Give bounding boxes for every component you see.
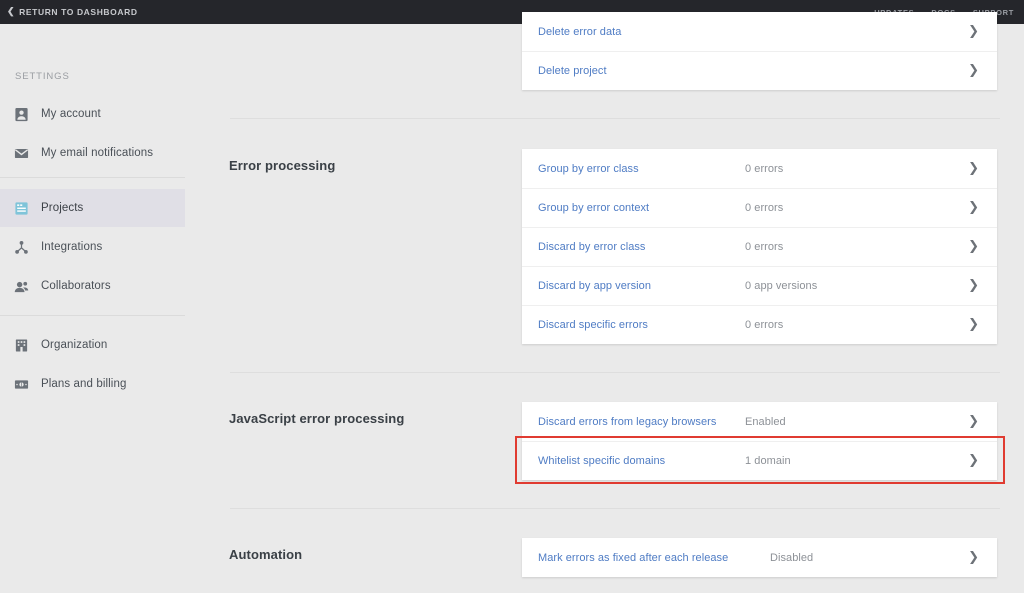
- row-label: Group by error context: [538, 201, 650, 214]
- sidebar-item-label: My email notifications: [41, 147, 154, 159]
- row-value: 0 errors: [745, 162, 784, 175]
- table-row[interactable]: Discard by error class 0 errors ❯: [522, 227, 997, 266]
- row-label: Discard errors from legacy browsers: [538, 415, 717, 428]
- sidebar-item-integrations[interactable]: Integrations: [0, 228, 185, 266]
- section-title-automation: Automation: [229, 547, 303, 562]
- sidebar-item-organization[interactable]: Organization: [0, 326, 185, 364]
- chevron-right-icon: ❯: [968, 550, 979, 565]
- row-label: Whitelist specific domains: [538, 454, 666, 467]
- section-divider: [230, 118, 1000, 119]
- table-row[interactable]: Delete project ❯: [522, 51, 997, 90]
- envelope-icon: [14, 148, 29, 158]
- table-row-whitelist-specific-domains[interactable]: Whitelist specific domains 1 domain ❯: [522, 441, 997, 480]
- banknote-icon: [14, 379, 29, 389]
- row-label: Group by error class: [538, 162, 639, 175]
- chevron-right-icon: ❯: [968, 453, 979, 468]
- table-row[interactable]: Group by error class 0 errors ❯: [522, 149, 997, 188]
- chevron-right-icon: ❯: [968, 278, 979, 293]
- sidebar-divider-1: [0, 177, 185, 178]
- list-card-icon: [15, 201, 28, 215]
- return-to-dashboard-label: RETURN TO DASHBOARD: [19, 7, 138, 17]
- section-title-javascript-error-processing: JavaScript error processing: [229, 411, 405, 426]
- chevron-right-icon: ❯: [968, 161, 979, 176]
- chevron-right-icon: ❯: [968, 317, 979, 332]
- chevron-right-icon: ❯: [968, 239, 979, 254]
- sidebar-item-my-account[interactable]: My account: [0, 95, 185, 133]
- sidebar-item-my-email-notifications[interactable]: My email notifications: [0, 134, 185, 172]
- sidebar-item-label: Projects: [41, 202, 84, 214]
- row-label: Delete project: [538, 64, 607, 77]
- table-row[interactable]: Group by error context 0 errors ❯: [522, 188, 997, 227]
- building-icon: [15, 339, 28, 351]
- automation-card: Mark errors as fixed after each release …: [522, 538, 997, 577]
- table-row[interactable]: Discard specific errors 0 errors ❯: [522, 305, 997, 344]
- sidebar-item-label: Integrations: [41, 241, 103, 253]
- sidebar-item-label: Plans and billing: [41, 378, 127, 390]
- row-value: Disabled: [770, 551, 814, 564]
- row-value: 0 errors: [745, 318, 784, 331]
- table-row[interactable]: Discard by app version 0 app versions ❯: [522, 266, 997, 305]
- row-value: 0 errors: [745, 240, 784, 253]
- sidebar-item-label: Organization: [41, 339, 108, 351]
- sidebar-divider-2: [0, 315, 185, 316]
- integrations-node-icon: [15, 240, 28, 254]
- sidebar-item-collaborators[interactable]: Collaborators: [0, 267, 185, 305]
- row-label: Discard specific errors: [538, 318, 648, 331]
- row-label: Discard by error class: [538, 240, 646, 253]
- row-value: 0 app versions: [745, 279, 818, 292]
- chevron-left-icon: ❮: [7, 6, 16, 16]
- row-label: Delete error data: [538, 25, 622, 38]
- section-title-error-processing: Error processing: [229, 158, 336, 173]
- table-row[interactable]: Delete error data ❯: [522, 12, 997, 51]
- chevron-right-icon: ❯: [968, 63, 979, 78]
- sidebar-item-label: Collaborators: [41, 280, 111, 292]
- table-row[interactable]: Discard errors from legacy browsers Enab…: [522, 402, 997, 441]
- sidebar-item-projects[interactable]: Projects: [0, 189, 185, 227]
- chevron-right-icon: ❯: [968, 200, 979, 215]
- row-label: Mark errors as fixed after each release: [538, 551, 729, 564]
- user-card-icon: [15, 107, 28, 121]
- javascript-error-processing-card: Discard errors from legacy browsers Enab…: [522, 402, 997, 480]
- people-icon: [14, 281, 29, 292]
- sidebar-heading: SETTINGS: [15, 71, 70, 82]
- sidebar-item-plans-and-billing[interactable]: Plans and billing: [0, 365, 185, 403]
- table-row[interactable]: Mark errors as fixed after each release …: [522, 538, 997, 577]
- row-label: Discard by app version: [538, 279, 651, 292]
- danger-zone-card: Delete error data ❯ Delete project ❯: [522, 12, 997, 90]
- sidebar-item-label: My account: [41, 108, 101, 120]
- error-processing-card: Group by error class 0 errors ❯ Group by…: [522, 149, 997, 344]
- return-to-dashboard-link[interactable]: ❮ RETURN TO DASHBOARD: [7, 6, 138, 18]
- section-divider: [230, 372, 1000, 373]
- main-content: Delete error data ❯ Delete project ❯ Err…: [186, 12, 1024, 593]
- section-divider: [230, 508, 1000, 509]
- row-value: 1 domain: [745, 454, 791, 467]
- row-value: 0 errors: [745, 201, 784, 214]
- chevron-right-icon: ❯: [968, 414, 979, 429]
- row-value: Enabled: [745, 415, 786, 428]
- sidebar: SETTINGS My account My email notificatio…: [0, 24, 186, 593]
- chevron-right-icon: ❯: [968, 24, 979, 39]
